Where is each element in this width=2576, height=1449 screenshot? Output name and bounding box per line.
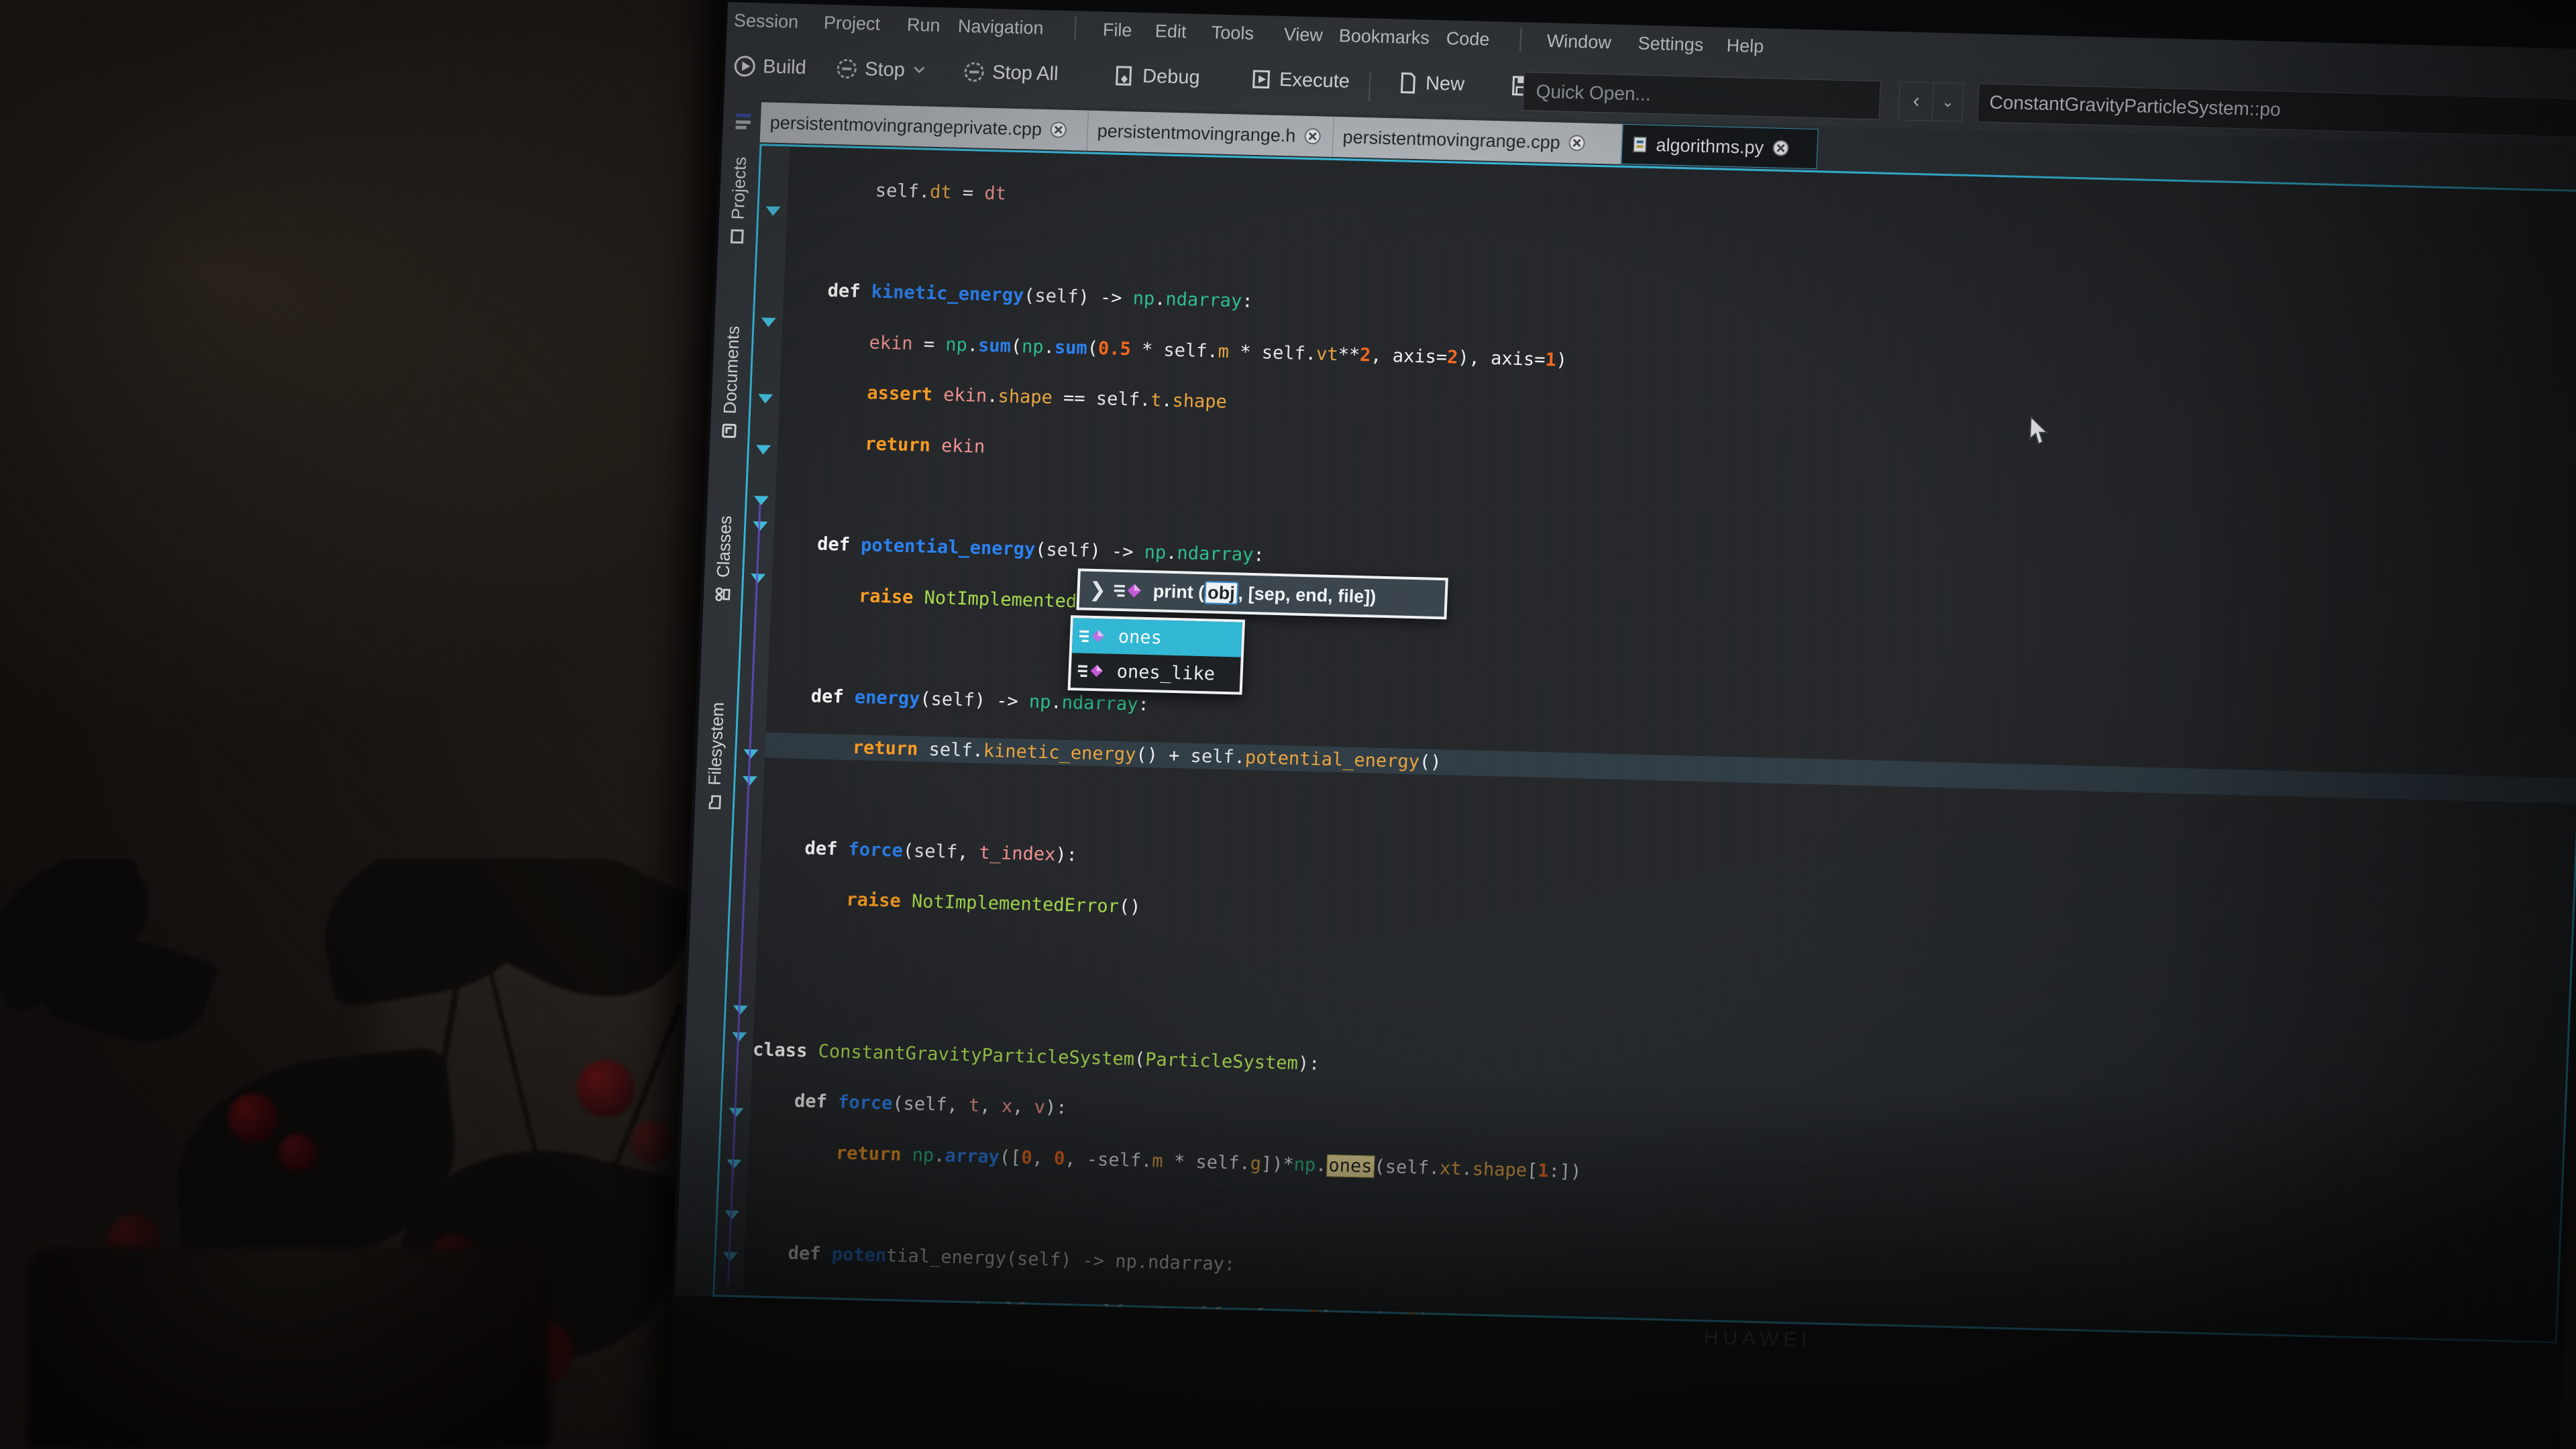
execute-button[interactable]: Execute (1249, 68, 1350, 93)
function-completion-icon (1077, 661, 1109, 680)
close-icon[interactable] (1772, 139, 1790, 157)
sidebar-label-projects: Projects (727, 156, 751, 220)
fold-marker[interactable] (765, 206, 781, 217)
stop-all-label: Stop All (991, 61, 1059, 85)
debug-label: Debug (1142, 65, 1201, 89)
completion-label: ones (1118, 626, 1163, 649)
stop-all-button[interactable]: Stop All (962, 60, 1059, 86)
function-completion-icon (1114, 582, 1145, 600)
file-tab-label: persistentmovingrange.cpp (1342, 126, 1561, 152)
fold-marker[interactable] (761, 317, 776, 327)
menu-session[interactable]: Session (733, 10, 798, 32)
stop-chevron-down-icon[interactable] (911, 59, 926, 83)
tabbar-tool-icon[interactable] (733, 108, 755, 136)
classes-icon (714, 584, 732, 602)
file-tab-persistentmovingrange-cpp[interactable]: persistentmovingrange.cpp (1332, 116, 1623, 164)
monitor-brand-logo: HUAWEI (1703, 1326, 1813, 1352)
menu-settings[interactable]: Settings (1638, 33, 1704, 55)
fold-marker[interactable] (757, 394, 773, 404)
menu-project[interactable]: Project (823, 13, 880, 35)
completion-label: ones_like (1116, 661, 1216, 685)
file-tab-label: persistentmovingrange.h (1097, 120, 1297, 146)
execute-label: Execute (1279, 68, 1350, 92)
new-label: New (1425, 72, 1465, 95)
completion-item-ones-like[interactable]: ones_like (1071, 653, 1241, 692)
new-file-icon (1395, 71, 1419, 95)
build-button[interactable]: Build (733, 54, 807, 79)
execute-icon (1249, 68, 1273, 91)
signature-text: print (obj, [sep, end, file]) (1152, 580, 1377, 607)
context-browser-bar[interactable]: ConstantGravityParticleSystem::po (1977, 83, 2576, 138)
file-tab-label: algorithms.py (1655, 134, 1764, 158)
debug-button[interactable]: Debug (1112, 64, 1200, 89)
file-tab-label: persistentmovingrangeprivate.cpp (769, 112, 1042, 140)
stop-all-icon (962, 60, 985, 84)
code-text[interactable]: self.dt = dt def kinetic_energy(self) ->… (743, 146, 2576, 1341)
build-label: Build (762, 55, 807, 78)
menu-tools[interactable]: Tools (1211, 22, 1254, 44)
debug-icon (1112, 64, 1136, 88)
navigate-dropdown-button[interactable]: ⌄ (1931, 82, 1964, 122)
new-button[interactable]: New (1395, 71, 1465, 96)
menu-window[interactable]: Window (1546, 31, 1611, 53)
sidebar-label-classes: Classes (712, 515, 736, 578)
context-browser-value: ConstantGravityParticleSystem::po (1988, 91, 2282, 120)
file-tab-persistentmovingrange-h[interactable]: persistentmovingrange.h (1087, 110, 1334, 157)
menu-view[interactable]: View (1283, 24, 1323, 46)
menu-separator-1 (1074, 16, 1077, 41)
signature-after: , [sep, end, file]) (1238, 582, 1377, 607)
sidebar-item-filesystem[interactable]: Filesystem (696, 628, 739, 810)
close-icon[interactable] (1568, 134, 1586, 152)
screen: Session Project Run Navigation File Edit… (675, 2, 2576, 1344)
photo-scene: HUAWEI Session Project Run Navigation Fi… (0, 0, 2576, 1449)
python-file-icon (1631, 136, 1648, 154)
quick-open-input[interactable]: Quick Open... (1522, 72, 1881, 120)
sidebar-label-filesystem: Filesystem (704, 702, 728, 786)
menu-navigation[interactable]: Navigation (957, 16, 1044, 39)
menu-code[interactable]: Code (1446, 28, 1490, 50)
function-completion-icon (1079, 627, 1110, 645)
signature-before: print ( (1152, 580, 1205, 602)
navigate-back-button[interactable]: ‹ (1898, 81, 1935, 121)
file-tab-persistentmovingrangeprivate-cpp[interactable]: persistentmovingrangeprivate.cpp (759, 102, 1089, 151)
code-editor[interactable]: self.dt = dt def kinetic_energy(self) ->… (712, 144, 2576, 1344)
sidebar-item-classes[interactable]: Classes (705, 461, 746, 602)
fold-marker[interactable] (753, 496, 769, 506)
stop-button[interactable]: Stop (835, 57, 927, 82)
file-tab-algorithms-py[interactable]: algorithms.py (1621, 123, 1819, 170)
mouse-cursor (2029, 415, 2053, 447)
fold-marker[interactable] (755, 445, 771, 455)
toolbar-separator (1368, 72, 1371, 102)
menu-bookmarks[interactable]: Bookmarks (1338, 25, 1430, 48)
menu-file[interactable]: File (1102, 19, 1132, 41)
menu-run[interactable]: Run (906, 15, 941, 36)
menu-separator-2 (1519, 27, 1522, 52)
documents-icon (720, 421, 739, 439)
highlighted-occurrence: ones (1326, 1155, 1375, 1178)
close-icon[interactable] (1049, 121, 1067, 139)
quick-open-placeholder: Quick Open... (1536, 80, 1652, 105)
sidebar-item-documents[interactable]: Documents (712, 264, 754, 439)
stop-icon (835, 57, 859, 80)
menu-help[interactable]: Help (1726, 36, 1764, 57)
menu-edit[interactable]: Edit (1155, 21, 1187, 42)
signature-current-param: obj (1203, 580, 1239, 604)
filesystem-icon (705, 792, 723, 810)
completion-item-ones[interactable]: ones (1071, 618, 1242, 657)
stop-label: Stop (864, 58, 906, 81)
expand-arrow-icon[interactable]: ❯ (1089, 578, 1107, 602)
projects-icon (728, 226, 746, 244)
plant-pot (27, 1248, 550, 1449)
code-completion-popup[interactable]: ones ones_like (1067, 615, 1246, 695)
sidebar-label-documents: Documents (719, 325, 743, 415)
close-icon[interactable] (1303, 127, 1322, 146)
monitor: HUAWEI Session Project Run Navigation Fi… (663, 0, 2576, 1449)
build-icon (733, 54, 757, 78)
